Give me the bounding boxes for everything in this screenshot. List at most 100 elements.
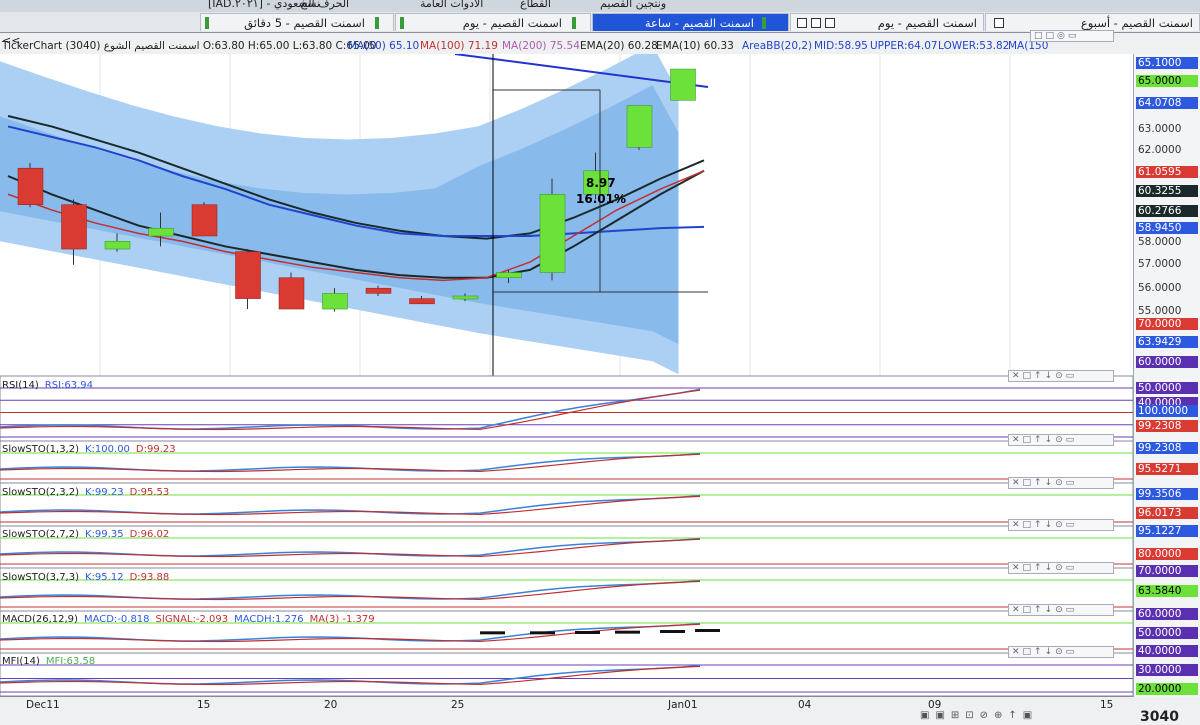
indicator-panel-header: SlowSTO(3,7,3) K:95.12 D:93.88 xyxy=(2,572,175,583)
panel-controls[interactable]: ✕□↑↓⊙▭ xyxy=(1008,562,1114,574)
x-tick: Jan01 xyxy=(668,699,698,711)
x-tick: 25 xyxy=(451,699,465,711)
tab-daily-2[interactable]: اسمنت القصيم - يوم xyxy=(395,13,591,31)
window-box-icon[interactable] xyxy=(797,18,807,28)
status-marker-icon xyxy=(572,17,576,29)
candle xyxy=(626,105,653,148)
candle xyxy=(104,240,131,250)
bb-mid-legend: MID:58.95 xyxy=(814,40,868,52)
tab-weekly[interactable]: اسمنت القصيم - أسبوع xyxy=(985,13,1200,31)
bottom-toolbar[interactable]: ▣▣⊞⊡⊘⊕↑▣ xyxy=(920,710,1135,724)
status-marker-icon xyxy=(400,17,404,29)
price-axis-label: 50.0000 xyxy=(1136,627,1198,639)
indicator-name: MACD(26,12,9) xyxy=(2,614,78,625)
x-tick: 04 xyxy=(798,699,812,711)
panel-controls[interactable]: ✕□↑↓⊙▭ xyxy=(1008,434,1114,446)
ema10-legend: EMA(10) 60.33 xyxy=(656,40,734,52)
price-axis-label: 65.1000 xyxy=(1136,57,1198,69)
indicator-value: K:95.12 xyxy=(85,572,124,583)
tab-daily[interactable]: اسمنت القصيم - يوم xyxy=(790,13,984,31)
x-tick: 20 xyxy=(324,699,338,711)
tab-label: اسمنت القصيم - أسبوع xyxy=(1080,16,1193,30)
indicator-value: K:99.23 xyxy=(85,487,124,498)
restore-box-icon[interactable] xyxy=(811,18,821,28)
price-axis-label: 56.0000 xyxy=(1138,282,1182,294)
price-axis-label: 62.0000 xyxy=(1138,144,1182,156)
indicator-panel-header: SlowSTO(2,3,2) K:99.23 D:95.53 xyxy=(2,487,175,498)
panel-controls[interactable]: ✕□↑↓⊙▭ xyxy=(1008,646,1114,658)
price-axis-label: 95.5271 xyxy=(1136,463,1198,475)
price-axis-label: 64.0708 xyxy=(1136,97,1198,109)
menu-item-copy[interactable]: نسخ xyxy=(300,0,320,10)
measure-value: 8.97 xyxy=(586,176,616,190)
candle xyxy=(539,194,566,273)
status-marker-icon xyxy=(375,17,379,29)
menu-item-tools[interactable]: الأدوات العامة xyxy=(420,0,483,10)
indicator-panel-header: RSI(14) RSI:63.94 xyxy=(2,380,99,391)
indicator-name: RSI(14) xyxy=(2,380,39,391)
indicator-panel-header: SlowSTO(2,7,2) K:99.35 D:96.02 xyxy=(2,529,175,540)
indicator-value: D:93.88 xyxy=(129,572,170,583)
indicator-panel-header: MFI(14) MFI:63.58 xyxy=(2,656,101,667)
macd-histogram-bar xyxy=(615,630,640,634)
price-axis-label: 100.0000 xyxy=(1136,405,1198,417)
symbol-code: 3040 xyxy=(1140,709,1179,725)
candle xyxy=(322,293,348,310)
price-axis-label: 99.2308 xyxy=(1136,442,1198,454)
price-axis-label: 40.0000 xyxy=(1136,645,1198,657)
price-axis-label: 96.0173 xyxy=(1136,507,1198,519)
price-axis-label: 60.3255 xyxy=(1136,185,1198,197)
indicator-value: K:100.00 xyxy=(85,444,130,455)
candle xyxy=(61,204,87,250)
tab-label: اسمنت القصيم - يوم xyxy=(877,16,977,30)
indicator-value: MA(3) -1.379 xyxy=(309,614,375,625)
candle xyxy=(17,167,44,205)
close-box-icon[interactable] xyxy=(825,18,835,28)
ma200-legend: MA(200) 75.54 xyxy=(502,40,580,52)
indicator-panel-header: MACD(26,12,9) MACD:-0.818 SIGNAL:-2.093 MAC… xyxy=(2,614,381,625)
candle xyxy=(365,287,392,294)
menu-item-sector[interactable]: القطاع xyxy=(520,0,551,10)
price-axis-label: 95.1227 xyxy=(1136,525,1198,537)
macd-histogram-bar xyxy=(480,631,505,635)
indicator-name: SlowSTO(2,3,2) xyxy=(2,487,79,498)
price-axis-label: 99.3506 xyxy=(1136,488,1198,500)
tab-hourly[interactable]: اسمنت القصيم - ساعة xyxy=(592,13,789,31)
main-panel-controls[interactable]: □□◎▭ xyxy=(1030,30,1114,42)
price-axis-label: 61.0595 xyxy=(1136,166,1198,178)
tab-5min[interactable]: اسمنت القصيم - 5 دقائق xyxy=(200,13,394,31)
price-axis-label: 60.0000 xyxy=(1136,608,1198,620)
price-axis-label: 70.0000 xyxy=(1136,318,1198,330)
price-chart[interactable] xyxy=(0,54,1133,696)
price-axis-label: 57.0000 xyxy=(1138,258,1182,270)
price-axis-label: 50.0000 xyxy=(1136,382,1198,394)
candle xyxy=(409,298,435,305)
indicator-value: D:99.23 xyxy=(135,444,176,455)
panel-controls[interactable]: ✕□↑↓⊙▭ xyxy=(1008,477,1114,489)
price-axis-label: 55.0000 xyxy=(1138,305,1182,317)
price-axis-label: 58.9450 xyxy=(1136,222,1198,234)
price-axis-label: 65.0000 xyxy=(1136,75,1198,87)
bb-lower-legend: LOWER:53.82 xyxy=(938,40,1010,52)
x-tick: 15 xyxy=(197,699,211,711)
price-axis-label: 20.0000 xyxy=(1136,683,1198,695)
close-box-icon[interactable] xyxy=(994,18,1004,28)
panel-controls[interactable]: ✕□↑↓⊙▭ xyxy=(1008,370,1114,382)
price-axis-label: 70.0000 xyxy=(1136,565,1198,577)
ema20-legend: EMA(20) 60.28 xyxy=(580,40,658,52)
price-axis-label: 63.9429 xyxy=(1136,336,1198,348)
panel-controls[interactable]: ✕□↑↓⊙▭ xyxy=(1008,604,1114,616)
indicator-value: MACD:-0.818 xyxy=(83,614,150,625)
menu-item-company[interactable]: ونتجين القصيم xyxy=(600,0,666,10)
chart-tab-bar: اسمنت القصيم - أسبوع اسمنت القصيم - يوم … xyxy=(0,12,1200,33)
ticker-ohlc: TickerChart اسمنت القصيم الشوع (3040) O:… xyxy=(2,40,377,52)
indicator-value: SIGNAL:-2.093 xyxy=(155,614,229,625)
indicator-value: MFI:63.58 xyxy=(45,656,96,667)
indicator-panel-header: SlowSTO(1,3,2) K:100.00 D:99.23 xyxy=(2,444,182,455)
price-axis-label: 30.0000 xyxy=(1136,664,1198,676)
indicator-name: SlowSTO(1,3,2) xyxy=(2,444,79,455)
indicator-value: D:96.02 xyxy=(129,529,170,540)
panel-controls[interactable]: ✕□↑↓⊙▭ xyxy=(1008,519,1114,531)
bb-upper-legend: UPPER:64.07 xyxy=(870,40,938,52)
menu-item-exchange[interactable]: [IAD.۲۰۲۱] - الحرف السعودي xyxy=(208,0,349,10)
